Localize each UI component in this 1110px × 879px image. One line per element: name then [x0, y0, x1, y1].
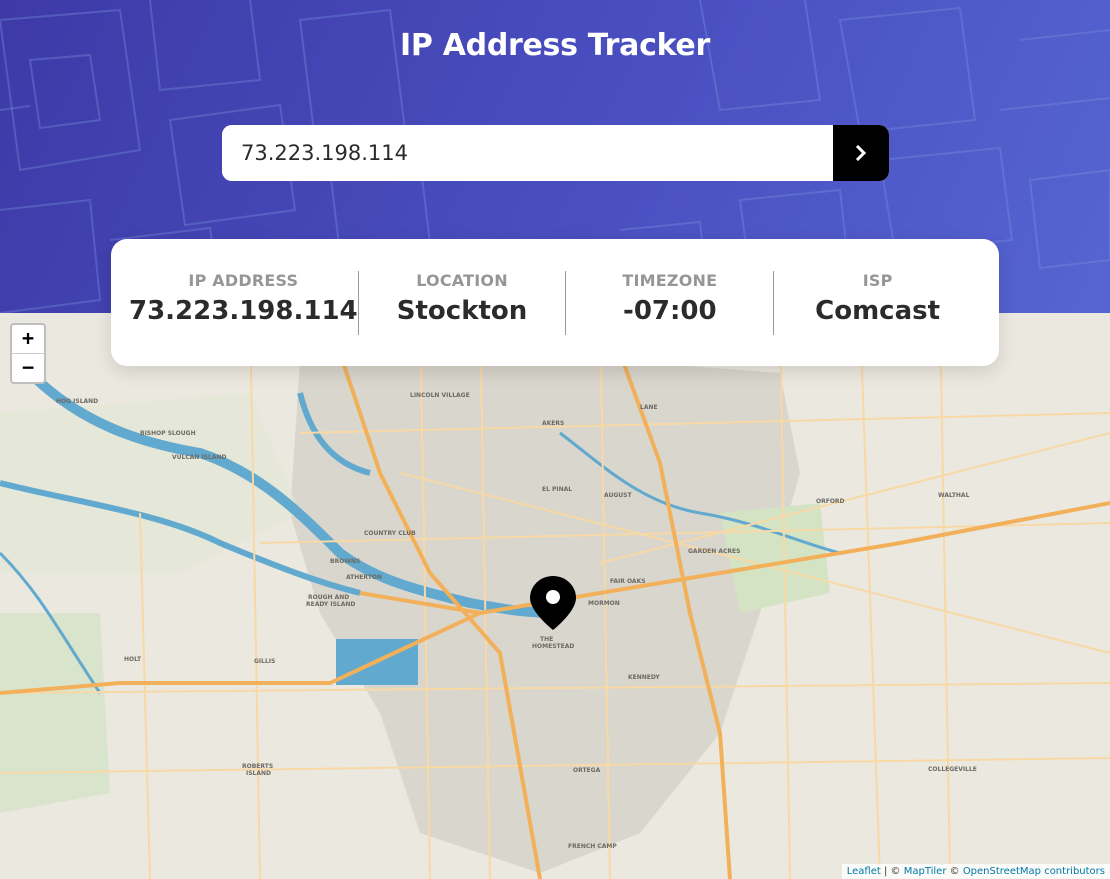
- isp-value: Comcast: [815, 295, 941, 326]
- svg-text:AKERS: AKERS: [542, 420, 564, 427]
- osm-link[interactable]: OpenStreetMap contributors: [963, 866, 1105, 877]
- svg-text:LANE: LANE: [640, 404, 658, 411]
- svg-text:VULCAN ISLAND: VULCAN ISLAND: [172, 454, 227, 461]
- leaflet-link[interactable]: Leaflet: [847, 866, 881, 877]
- svg-text:FAIR OAKS: FAIR OAKS: [610, 578, 646, 585]
- timezone-stat: TIMEZONE -07:00: [565, 270, 773, 335]
- page-title: IP Address Tracker: [400, 28, 710, 63]
- svg-text:COLLEGEVILLE: COLLEGEVILLE: [928, 766, 977, 773]
- zoom-control: + −: [10, 323, 46, 384]
- timezone-label: TIMEZONE: [622, 270, 718, 290]
- svg-text:ORFORD: ORFORD: [816, 498, 845, 505]
- svg-text:AUGUST: AUGUST: [604, 492, 632, 499]
- isp-label: ISP: [862, 270, 893, 290]
- svg-text:MORMON: MORMON: [588, 600, 620, 607]
- svg-text:WALTHAL: WALTHAL: [938, 492, 970, 499]
- zoom-in-button[interactable]: +: [12, 325, 44, 353]
- search-bar: [222, 125, 889, 181]
- svg-text:ROBERTS: ROBERTS: [242, 763, 273, 770]
- ip-address-value: 73.223.198.114: [129, 295, 358, 326]
- svg-text:HOMESTEAD: HOMESTEAD: [532, 643, 574, 650]
- chevron-right-icon: [855, 145, 867, 161]
- map-attribution: Leaflet | © MapTiler © OpenStreetMap con…: [841, 864, 1110, 879]
- svg-text:ISLAND: ISLAND: [246, 770, 271, 777]
- location-marker-icon[interactable]: [530, 576, 576, 630]
- svg-text:ROUGH AND: ROUGH AND: [308, 594, 349, 601]
- ip-info-card: IP ADDRESS 73.223.198.114 LOCATION Stock…: [111, 239, 999, 366]
- timezone-value: -07:00: [623, 295, 717, 326]
- ip-address-stat: IP ADDRESS 73.223.198.114: [129, 271, 358, 335]
- svg-text:LINCOLN VILLAGE: LINCOLN VILLAGE: [410, 392, 470, 399]
- svg-text:GILLIS: GILLIS: [254, 658, 275, 665]
- ip-search-input[interactable]: [222, 125, 833, 181]
- svg-text:HOG ISLAND: HOG ISLAND: [56, 398, 98, 405]
- svg-text:HOLT: HOLT: [124, 656, 142, 663]
- svg-text:ORTEGA: ORTEGA: [573, 767, 601, 774]
- svg-text:EL PINAL: EL PINAL: [542, 486, 572, 493]
- location-label: LOCATION: [416, 270, 508, 290]
- zoom-out-button[interactable]: −: [12, 353, 44, 382]
- svg-text:KENNEDY: KENNEDY: [628, 674, 660, 681]
- isp-stat: ISP Comcast: [773, 270, 981, 335]
- svg-text:BROWNS: BROWNS: [330, 558, 360, 565]
- svg-text:BISHOP SLOUGH: BISHOP SLOUGH: [140, 430, 196, 437]
- svg-text:FRENCH CAMP: FRENCH CAMP: [568, 843, 617, 850]
- ip-address-label: IP ADDRESS: [188, 270, 299, 290]
- svg-text:COUNTRY CLUB: COUNTRY CLUB: [364, 530, 416, 537]
- svg-text:GARDEN ACRES: GARDEN ACRES: [688, 548, 740, 555]
- svg-text:THE: THE: [540, 636, 553, 643]
- submit-button[interactable]: [833, 125, 889, 181]
- svg-text:READY ISLAND: READY ISLAND: [306, 601, 355, 608]
- svg-text:ATHERTON: ATHERTON: [346, 574, 382, 581]
- location-stat: LOCATION Stockton: [357, 270, 566, 335]
- maptiler-link[interactable]: MapTiler: [904, 866, 947, 877]
- location-value: Stockton: [396, 295, 528, 326]
